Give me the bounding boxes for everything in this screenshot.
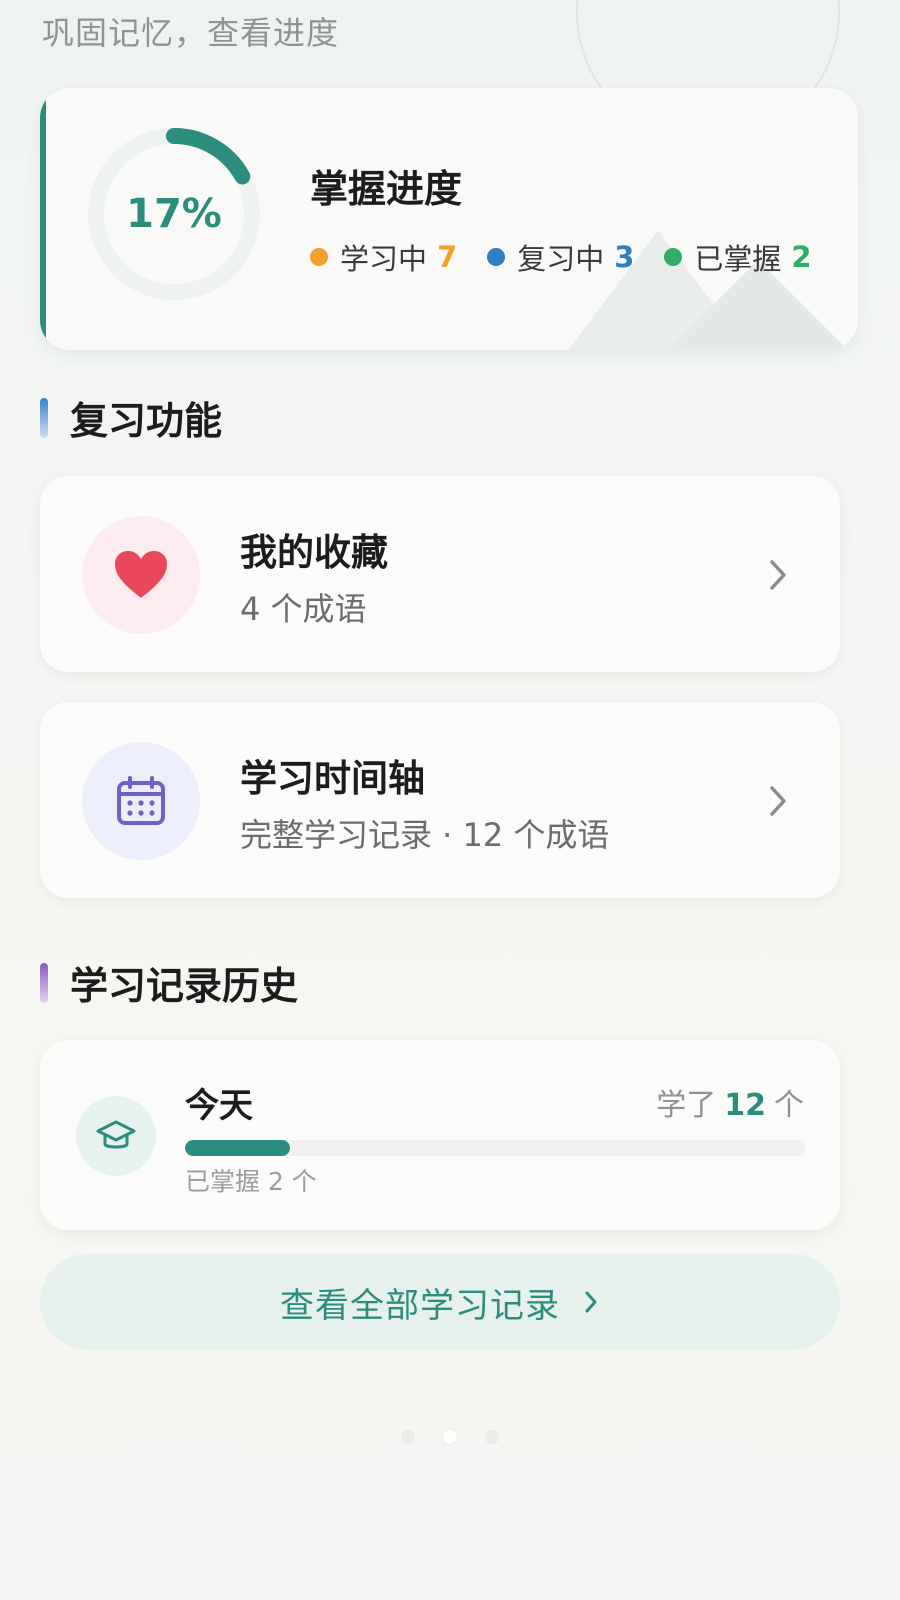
timeline-card[interactable]: 学习时间轴 完整学习记录 · 12 个成语 — [40, 702, 840, 898]
section-title-history: 学习记录历史 — [40, 955, 298, 1010]
progress-title: 掌握进度 — [310, 167, 463, 211]
legend-label: 复习中 — [517, 242, 605, 276]
page-indicator — [0, 1430, 900, 1444]
mastery-progress-card: 17% 掌握进度 学习中 7 复习中 3 已掌握 2 — [40, 88, 858, 350]
history-entry-today[interactable]: 今天 学了 12 个 已掌握 2 个 — [40, 1040, 840, 1230]
timeline-subtitle: 完整学习记录 · 12 个成语 — [240, 816, 610, 854]
learned-prefix: 学了 — [656, 1088, 717, 1123]
chevron-right-icon — [770, 560, 786, 590]
heart-icon — [115, 551, 167, 598]
legend-reviewing: 复习中 3 — [487, 236, 634, 278]
section-bar — [40, 397, 48, 438]
section-title-review: 复习功能 — [40, 390, 222, 445]
legend-label: 学习中 — [340, 242, 428, 276]
progress-legend: 学习中 7 复习中 3 已掌握 2 — [310, 236, 812, 278]
view-all-label: 查看全部学习记录 — [280, 1285, 560, 1326]
progress-percent: 17% — [126, 191, 222, 237]
legend-count: 2 — [791, 240, 812, 274]
calendar-icon — [117, 776, 165, 825]
history-icon-circle — [76, 1096, 156, 1176]
legend-label: 已掌握 — [694, 242, 782, 276]
section-bar — [40, 962, 48, 1003]
page-dot — [401, 1430, 415, 1444]
mastered-dot-icon — [664, 248, 683, 266]
legend-count: 3 — [614, 240, 635, 274]
legend-count: 7 — [437, 240, 458, 274]
learning-dot-icon — [310, 248, 328, 266]
history-progress-track — [185, 1140, 805, 1156]
timeline-icon-circle — [82, 742, 200, 860]
favorites-icon-circle — [82, 516, 200, 634]
history-mastered: 已掌握 2 个 — [185, 1167, 317, 1196]
graduation-cap-icon — [96, 1120, 136, 1149]
chevron-right-icon — [770, 786, 786, 816]
timeline-title: 学习时间轴 — [240, 757, 425, 800]
learned-count: 12 — [724, 1088, 766, 1123]
chevron-right-icon — [585, 1291, 597, 1313]
favorites-subtitle: 4 个成语 — [240, 590, 367, 628]
view-all-records-button[interactable]: 查看全部学习记录 — [40, 1254, 840, 1350]
history-learned: 学了 12 个 — [656, 1080, 804, 1124]
favorites-title: 我的收藏 — [240, 531, 388, 574]
legend-learning: 学习中 7 — [310, 236, 457, 278]
section-title-text: 学习记录历史 — [70, 964, 299, 1008]
favorites-card[interactable]: 我的收藏 4 个成语 — [40, 476, 840, 672]
page-subtitle: 巩固记忆，查看进度 — [42, 14, 340, 52]
legend-mastered: 已掌握 2 — [664, 236, 812, 278]
history-day: 今天 — [185, 1086, 253, 1126]
page-dot — [485, 1430, 499, 1444]
card-accent-bar — [40, 88, 46, 350]
section-title-text: 复习功能 — [70, 399, 223, 443]
reviewing-dot-icon — [487, 248, 506, 266]
page-dot — [443, 1430, 457, 1444]
history-progress-fill — [185, 1140, 291, 1156]
learned-suffix: 个 — [774, 1088, 804, 1123]
